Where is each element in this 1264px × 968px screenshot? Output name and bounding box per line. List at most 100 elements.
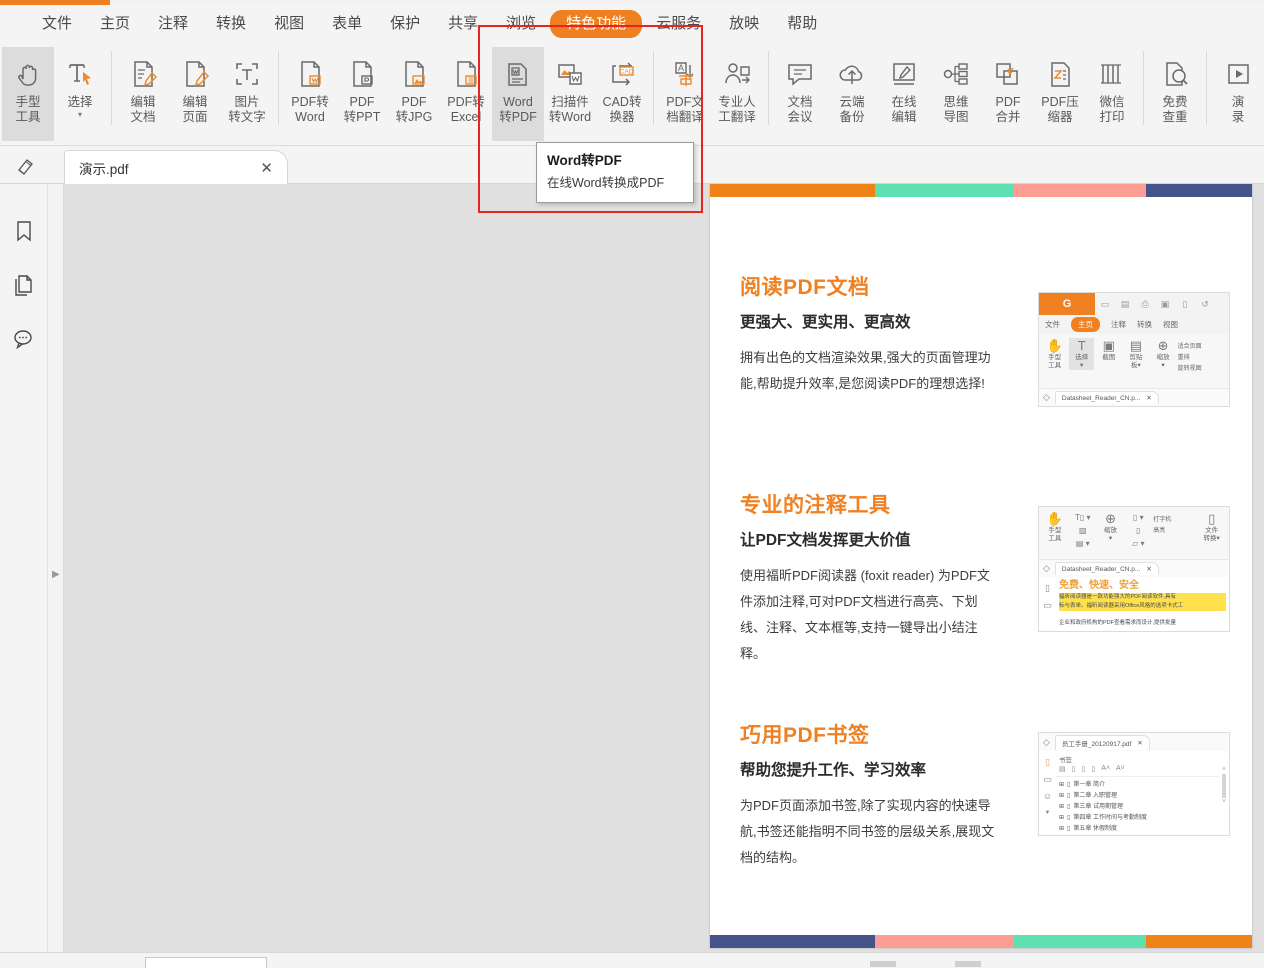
scroll-up-icon[interactable]: ˄ xyxy=(1219,767,1229,773)
mini-bookmark-body: ▯ ▭ ☺ ▼ 书签 ▤ ▯ ▯ ▯ A˄ xyxy=(1039,751,1229,835)
tooltip-title: Word转PDF xyxy=(547,151,683,170)
ribbon-button-pdf-to-excel[interactable]: PDF转Excel xyxy=(440,47,492,141)
menu-bar: 文件主页注释转换视图表单保护共享浏览特色功能云服务放映帮助 xyxy=(0,5,1264,43)
ribbon-button-pdf-to-ppt[interactable]: PDF转PPT xyxy=(336,47,388,141)
document-tab[interactable]: 演示.pdf ✕ xyxy=(64,150,288,184)
ribbon-button-label-2: 换器 xyxy=(594,110,650,125)
ribbon-button-label: 微信 xyxy=(1084,95,1140,110)
ribbon-button-label: PDF xyxy=(334,95,390,110)
mini-scrollbar[interactable]: ˄ ˅ xyxy=(1219,751,1229,835)
menu-item-0[interactable]: 文件 xyxy=(28,10,86,38)
ribbon-group-separator xyxy=(768,51,769,125)
cad-converter-icon: CAD xyxy=(607,56,637,92)
ribbon-button-cad-converter[interactable]: CADCAD转换器 xyxy=(596,47,648,141)
menu-item-10[interactable]: 云服务 xyxy=(642,10,715,38)
document-viewport[interactable]: 阅读PDF文档 更强大、更实用、更高效 拥有出色的文档渲染效果,强大的页面管理功… xyxy=(64,184,1264,952)
bookmark-panel-icon[interactable] xyxy=(0,204,48,258)
scroll-thumb[interactable] xyxy=(1222,774,1226,798)
ribbon-button-select-text[interactable]: 选择▾ xyxy=(54,47,106,141)
mini-view-option-2: 旋转视图 xyxy=(1178,364,1226,375)
section-body: 使用福昕PDF阅读器 (foxit reader) 为PDF文件添加注释,可对P… xyxy=(740,563,1000,667)
mini-bookmark-label: 第二章 入职管理 xyxy=(1073,791,1117,802)
ribbon-button-label: PDF压 xyxy=(1032,95,1088,110)
comments-panel-icon[interactable] xyxy=(0,312,48,366)
mini-zoom-tool: ⊕ 缩放 ▾ xyxy=(1098,511,1124,543)
ribbon-button-pdf-to-word[interactable]: PDF转Word xyxy=(284,47,336,141)
zoom-in-button[interactable] xyxy=(955,961,981,967)
zoom-out-button[interactable] xyxy=(870,961,896,967)
mini-bookmark-icon: ▯ xyxy=(1039,754,1056,771)
ribbon-toolbar: 手型工具选择▾编辑文档编辑页面图片转文字PDF转WordPDF转PPTPDF转J… xyxy=(0,43,1264,146)
mini-tool-0: ✋手型工具 xyxy=(1042,338,1067,370)
mini-bookmark-label: 第一章 简介 xyxy=(1073,780,1105,791)
mini-tab-0: 文件 xyxy=(1045,319,1060,330)
ribbon-group-6: 演录 xyxy=(1212,43,1264,145)
mini-bookmark-label: 第五章 休假制度 xyxy=(1073,824,1117,835)
ribbon-button-pdf-to-jpg[interactable]: PDF转JPG xyxy=(388,47,440,141)
mini-eraser-icon: ◇ xyxy=(1043,737,1050,748)
ribbon-button-document-meeting[interactable]: 文档会议 xyxy=(774,47,826,141)
mini-doc-title: 免费、快速、安全 xyxy=(1059,579,1226,593)
ribbon-button-plagiarism-check[interactable]: 免费查重 xyxy=(1149,47,1201,141)
menu-item-12[interactable]: 帮助 xyxy=(773,10,831,38)
ribbon-button-word-to-pdf[interactable]: Word转PDF xyxy=(492,47,544,141)
ribbon-button-mindmap[interactable]: 思维导图 xyxy=(930,47,982,141)
expand-icon: ⊞ xyxy=(1059,780,1064,791)
ribbon-button-wechat-print[interactable]: 微信打印 xyxy=(1086,47,1138,141)
tooltip-word-to-pdf: Word转PDF 在线Word转换成PDF xyxy=(536,142,694,203)
mini-file-tab: Datasheet_Reader_CN.p... ✕ xyxy=(1055,391,1159,404)
scroll-down-icon[interactable]: ˅ xyxy=(1219,799,1229,805)
mini-tool-label-2: ▾ xyxy=(1080,362,1083,370)
fit-page-icon: ▯ ▾ xyxy=(1133,511,1144,524)
mini-view-option-1: 重排 xyxy=(1178,353,1226,364)
ribbon-button-online-edit[interactable]: 在线编辑 xyxy=(878,47,930,141)
menu-item-3[interactable]: 转换 xyxy=(202,10,260,38)
ribbon-button-hand-tool[interactable]: 手型工具 xyxy=(2,47,54,141)
chevron-right-icon[interactable]: ▶ xyxy=(52,569,60,580)
expand-icon: ⊞ xyxy=(1059,802,1064,813)
panel-expander[interactable]: ▶ xyxy=(48,184,64,952)
tooltip-description: 在线Word转换成PDF xyxy=(547,174,683,193)
ribbon-button-image-to-text[interactable]: 图片转文字 xyxy=(221,47,273,141)
eraser-icon[interactable] xyxy=(12,154,38,178)
mini-view-options: 适合页面重排旋转视图 xyxy=(1178,338,1226,375)
menu-item-11[interactable]: 放映 xyxy=(715,10,773,38)
section-read-pdf: 阅读PDF文档 更强大、更实用、更高效 拥有出色的文档渲染效果,强大的页面管理功… xyxy=(740,274,1230,397)
ribbon-button-cloud-backup[interactable]: 云端备份 xyxy=(826,47,878,141)
menu-item-6[interactable]: 保护 xyxy=(376,10,434,38)
ribbon-button-human-translate[interactable]: 专业人工翻译 xyxy=(711,47,763,141)
menu-item-8[interactable]: 浏览 xyxy=(492,10,550,38)
pages-panel-icon[interactable] xyxy=(0,258,48,312)
thumbnail-reader-bookmarks: ◇ 员工手册_20120917.pdf ✕ ▯ ▭ ☺ ▼ xyxy=(1038,732,1230,836)
mini-more-icon: ▼ xyxy=(1039,805,1056,822)
document-meeting-icon xyxy=(785,56,815,92)
ribbon-button-edit-page[interactable]: 编辑页面 xyxy=(169,47,221,141)
bookmark-icon: ▯ xyxy=(1067,802,1070,813)
mini-bookmark-row: ⊞▯第三章 试用期管理 xyxy=(1059,802,1219,813)
page-number-input[interactable] xyxy=(145,957,267,968)
menu-item-2[interactable]: 注释 xyxy=(144,10,202,38)
ribbon-button-pdf-translate[interactable]: APDF文档翻译 xyxy=(659,47,711,141)
ribbon-group-separator xyxy=(653,51,654,125)
menu-item-4[interactable]: 视图 xyxy=(260,10,318,38)
ribbon-button-demo-record[interactable]: 演录 xyxy=(1212,47,1264,141)
menu-item-1[interactable]: 主页 xyxy=(86,10,144,38)
ribbon-button-label: PDF转 xyxy=(438,95,494,110)
menu-item-7[interactable]: 共享 xyxy=(434,10,492,38)
menu-item-9[interactable]: 特色功能 xyxy=(550,10,642,38)
ribbon-button-label-2: 文档 xyxy=(115,110,171,125)
menu-item-5[interactable]: 表单 xyxy=(318,10,376,38)
ribbon-button-label-2: Excel xyxy=(438,110,494,125)
ribbon-group-4: 文档会议云端备份在线编辑思维导图PDF合并PDF压缩器微信打印 xyxy=(774,43,1138,145)
ribbon-button-label-2: 编辑 xyxy=(876,110,932,125)
ribbon-button-edit-document[interactable]: 编辑文档 xyxy=(117,47,169,141)
ribbon-button-pdf-compress[interactable]: PDF压缩器 xyxy=(1034,47,1086,141)
ribbon-button-pdf-merge[interactable]: PDF合并 xyxy=(982,47,1034,141)
mini-tab-1: 主页 xyxy=(1071,317,1100,332)
zoom-icon: ⊕ xyxy=(1105,511,1116,527)
mini-panel-title: 书签 xyxy=(1056,751,1219,765)
mini-bookmark-label: 第三章 试用期管理 xyxy=(1073,802,1123,813)
ribbon-button-scan-to-word[interactable]: 扫描件转Word xyxy=(544,47,596,141)
chevron-down-icon[interactable]: ▾ xyxy=(78,111,82,119)
close-icon[interactable]: ✕ xyxy=(256,159,277,177)
